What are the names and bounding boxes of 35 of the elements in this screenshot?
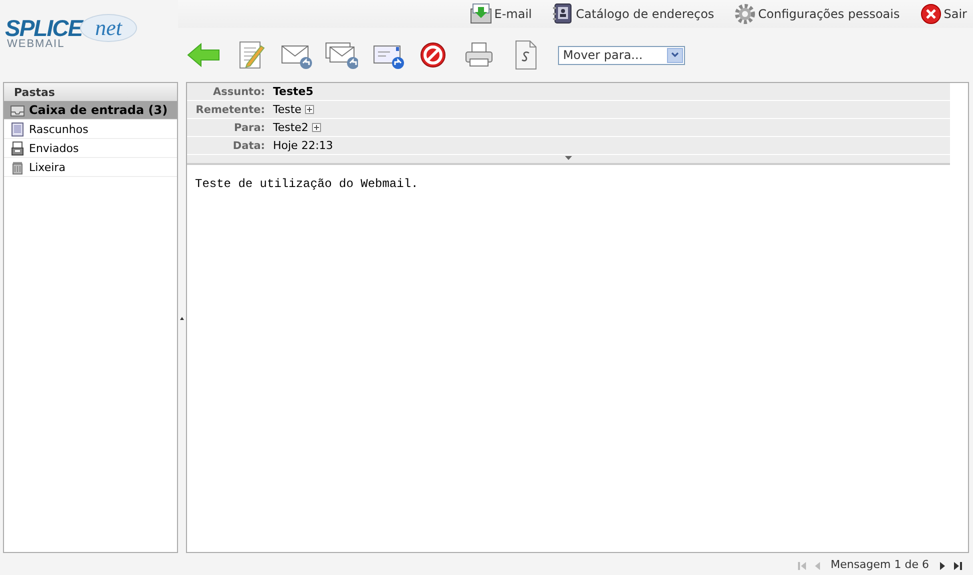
panel-header: Pastas (4, 83, 177, 101)
header-value: Teste5 (273, 85, 314, 98)
collapse-arrow-icon[interactable] (565, 155, 572, 160)
nav-link[interactable]: Configurações pessoais (734, 3, 900, 25)
message-body: Teste de utilização do Webmail. (194, 176, 420, 193)
address-book-icon (552, 3, 574, 25)
outbox-icon (10, 140, 25, 156)
nav-link[interactable]: Catálogo de endereços (552, 3, 714, 25)
close-icon (920, 3, 942, 25)
header-label: Remetente: (194, 104, 266, 116)
nav-link[interactable]: Sair (920, 3, 967, 25)
folder-item[interactable]: Enviados (4, 139, 177, 158)
move-to-dropdown[interactable]: Mover para... (558, 46, 685, 64)
notepad-icon (10, 122, 25, 136)
expand-icon[interactable] (305, 105, 314, 114)
nav-link[interactable]: E-mail (470, 3, 532, 25)
folder-item[interactable]: Rascunhos (4, 120, 177, 139)
expand-icon[interactable] (312, 123, 322, 132)
header-value: Teste (273, 103, 302, 116)
chevron-down-icon (671, 52, 679, 58)
inbox-tray-icon (10, 102, 25, 118)
collapse-handle-icon[interactable] (180, 316, 184, 320)
header-label: Assunto: (212, 86, 266, 98)
folder-item[interactable]: Lixeira (4, 158, 177, 177)
header-label: Data: (232, 140, 266, 152)
message-counter: Mensagem 1 de 6 (830, 558, 929, 570)
folder-item[interactable]: Caixa de entrada (3) (4, 101, 177, 120)
header-value: Teste2 (273, 121, 308, 134)
inbox-tray-icon (470, 3, 492, 25)
gear-icon (734, 3, 756, 25)
header-value: Hoje 22:13 (273, 139, 334, 152)
trash-can-icon (10, 160, 25, 174)
last-page-icon[interactable] (953, 561, 963, 571)
header-label: Para: (233, 122, 266, 134)
logo-subtitle: WEBMAIL (7, 38, 66, 50)
